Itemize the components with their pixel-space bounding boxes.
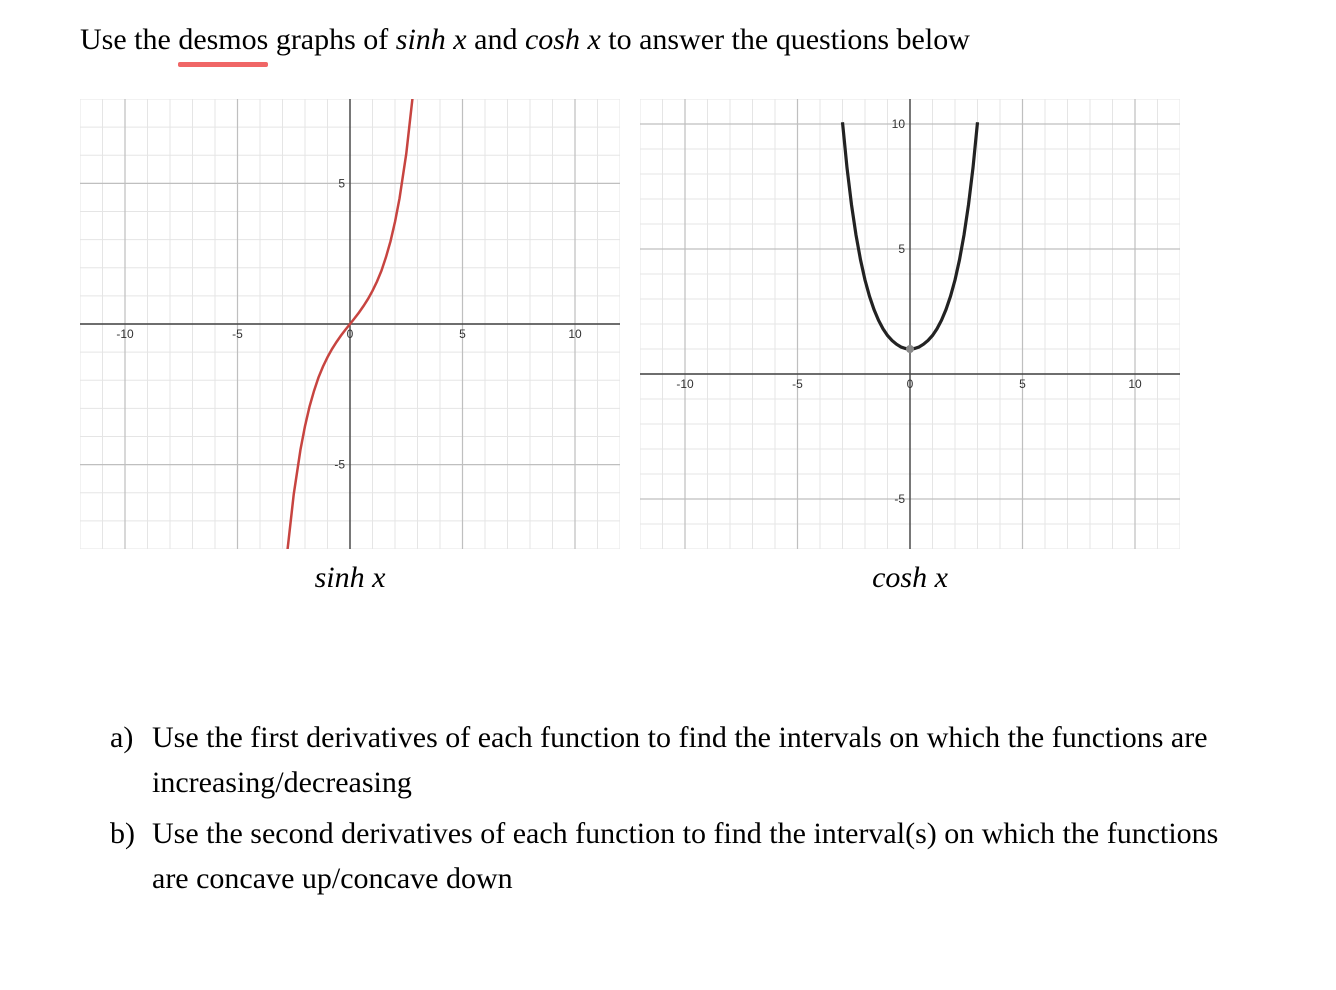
svg-text:0: 0: [907, 377, 914, 391]
cosh-label: cosh x: [872, 561, 948, 595]
svg-text:10: 10: [1128, 377, 1142, 391]
svg-text:10: 10: [568, 327, 582, 341]
svg-text:10: 10: [892, 117, 906, 131]
desmos-link[interactable]: desmos: [178, 20, 268, 59]
sinh-plot: -10 -5 0 5 10 -5 5: [80, 99, 620, 549]
instruction-mid1: graphs of: [268, 23, 395, 56]
svg-text:-10: -10: [116, 327, 134, 341]
function2: cosh x: [525, 23, 601, 56]
question-b-text: Use the second derivatives of each funct…: [152, 811, 1256, 901]
svg-text:5: 5: [459, 327, 466, 341]
question-a-marker: a): [110, 715, 152, 805]
svg-text:-5: -5: [334, 458, 345, 472]
svg-text:-5: -5: [792, 377, 803, 391]
svg-text:5: 5: [1019, 377, 1026, 391]
sinh-label: sinh x: [315, 561, 386, 595]
instruction-pre: Use the: [80, 23, 178, 56]
function1: sinh x: [396, 23, 467, 56]
sinh-chart: -10 -5 0 5 10 -5 5 sinh x: [80, 99, 620, 595]
svg-text:-5: -5: [894, 492, 905, 506]
problem-instruction: Use the desmos graphs of sinh x and cosh…: [80, 20, 1256, 59]
svg-text:-5: -5: [232, 327, 243, 341]
question-a: a) Use the first derivatives of each fun…: [80, 715, 1256, 805]
question-b: b) Use the second derivatives of each fu…: [80, 811, 1256, 901]
svg-text:5: 5: [338, 176, 345, 190]
questions-list: a) Use the first derivatives of each fun…: [80, 715, 1256, 901]
question-b-marker: b): [110, 811, 152, 901]
cosh-plot: -10 -5 0 5 10 -5 5 10: [640, 99, 1180, 549]
instruction-mid2: and: [467, 23, 525, 56]
svg-text:5: 5: [898, 242, 905, 256]
cosh-chart: -10 -5 0 5 10 -5 5 10 cosh x: [640, 99, 1180, 595]
svg-text:0: 0: [347, 327, 354, 341]
svg-text:-10: -10: [676, 377, 694, 391]
question-a-text: Use the first derivatives of each functi…: [152, 715, 1256, 805]
instruction-post: to answer the questions below: [601, 23, 970, 56]
